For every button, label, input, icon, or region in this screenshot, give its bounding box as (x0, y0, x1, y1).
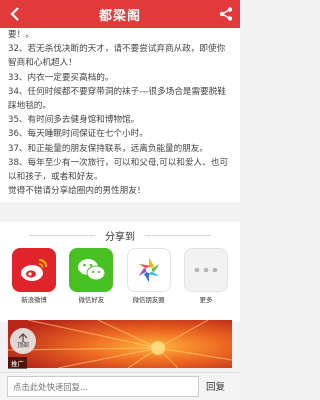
more-icon (183, 248, 228, 292)
article-line: 34、任何时候都不要穿带洞的袜子---很多场合是需要脱鞋踩地毯的。 (8, 86, 226, 112)
article-line: 36、每天睡眠时间保证在七个小时。 (8, 129, 148, 140)
page-title: 都梁阁 (98, 8, 141, 24)
share-weibo-label: 新浪微博 (21, 296, 47, 304)
share-weibo-button[interactable]: 新浪微博 (12, 248, 56, 304)
share-more-label: 更多 (199, 296, 213, 304)
share-moments-button[interactable]: 微信朋友圈 (126, 248, 171, 304)
share-heading: 分享到 (0, 228, 240, 243)
share-button[interactable] (217, 5, 235, 23)
share-icon (219, 7, 233, 21)
wechat-icon (69, 248, 114, 292)
share-moments-label: 微信朋友圈 (132, 296, 165, 304)
divider (29, 234, 95, 236)
share-wechat-button[interactable]: 微信好友 (69, 248, 114, 304)
arrow-up-icon (18, 333, 28, 342)
article-line: 37、和正能量的朋友保持联系，远离负能量的朋友。 (8, 143, 208, 154)
back-to-top-label: 顶部 (16, 342, 29, 349)
reply-button[interactable]: 回复 (206, 379, 225, 393)
back-button[interactable] (6, 5, 24, 23)
ad-badge: 推广 (8, 357, 27, 369)
back-to-top-button[interactable]: 顶部 (10, 328, 36, 354)
article-line: 32、若无杀伐决断的天才，请不要尝试弃商从政，即使你智商和心机超人！ (8, 44, 226, 69)
share-wechat-label: 微信好友 (78, 296, 105, 304)
ad-banner[interactable] (8, 320, 232, 368)
share-grid: 新浪微博 微信好友 微信朋友圈 更多 (12, 248, 228, 304)
share-section: 分享到 新浪微博 微信好友 微信朋友圈 更多 (0, 222, 240, 322)
chevron-left-icon (10, 7, 19, 21)
reply-input[interactable] (7, 376, 199, 397)
article-body: 要！。 32、若无杀伐决断的天才，请不要尝试弃商从政，即使你智商和心机超人！ 3… (0, 28, 240, 203)
share-more-button[interactable]: 更多 (183, 248, 228, 304)
share-title: 分享到 (105, 231, 135, 243)
reply-bar: 回复 (0, 372, 240, 400)
article-line: 觉得不错请分享给圈内的男性朋友！ (8, 186, 146, 197)
article-line: 要！。 (8, 30, 34, 40)
divider (145, 234, 211, 236)
article-line: 38、每年至少有一次旅行，可以和父母,可以和爱人、也可以和孩子，或者和好友。 (8, 157, 228, 183)
article-line: 33、内衣一定要买高档的。 (8, 72, 114, 83)
top-bar: 都梁阁 (0, 0, 240, 28)
flower-image (8, 320, 232, 368)
article-line: 35、有时间多去健身馆和博物馆。 (8, 115, 140, 126)
weibo-icon (12, 248, 56, 292)
moments-icon (126, 248, 171, 292)
